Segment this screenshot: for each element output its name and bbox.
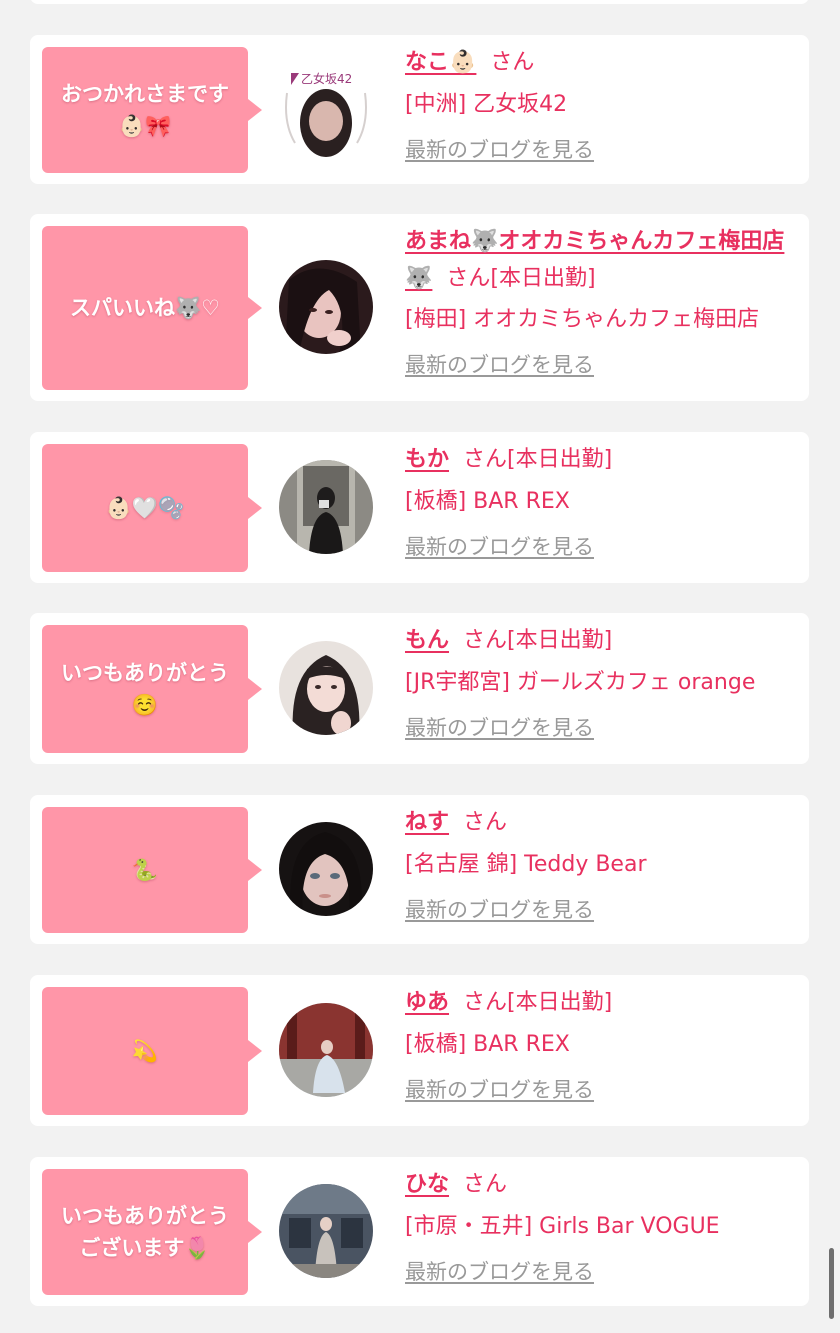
cast-name-link[interactable]: なこ👶🏻: [405, 50, 476, 75]
store-name: [JR宇都宮] ガールズカフェ orange: [405, 670, 756, 695]
message-bubble: おつかれさまです 👶🏻🎀: [42, 47, 262, 173]
status-badge: [本日出勤]: [507, 628, 613, 653]
list-item: 👶🏻🤍🫧 もか さん[本日出勤] [板橋] BAR REX 最新のブログを見る: [30, 432, 809, 583]
list-item: 💫 ゆあ さん[本日出勤] [板橋] BAR REX 最新のブログを見る: [30, 975, 809, 1126]
store-name: [板橋] BAR REX: [405, 1032, 570, 1057]
avatar[interactable]: [279, 1184, 373, 1278]
cast-info: なこ👶🏻 さん [中洲] 乙女坂42 最新のブログを見る: [405, 44, 801, 164]
cast-info: あまね🐺オオカミちゃんカフェ梅田店🐺 さん[本日出勤] [梅田] オオカミちゃんカ…: [405, 223, 795, 379]
cast-info: もん さん[本日出勤] [JR宇都宮] ガールズカフェ orange 最新のブログ…: [405, 622, 801, 742]
list-item: 🐍 ねす さん [名古屋 錦] Teddy Bear 最新のブログを見る: [30, 795, 809, 944]
honorific: さん: [463, 810, 508, 835]
list-item: おつかれさまです 👶🏻🎀 乙女坂42 なこ👶🏻 さん [中洲] 乙女坂42 最新の…: [30, 35, 809, 184]
message-bubble: いつもありがとう ございます🌷: [42, 1169, 262, 1295]
list-item: いつもありがとう ☺️ もん さん[本日出勤] [JR宇都宮] ガールズカフェ o…: [30, 613, 809, 764]
cast-name-link[interactable]: ねす: [405, 810, 449, 835]
latest-blog-link[interactable]: 最新のブログを見る: [405, 134, 594, 164]
store-name: [梅田] オオカミちゃんカフェ梅田店: [405, 307, 760, 332]
cast-name-link[interactable]: ひな: [405, 1172, 449, 1197]
message-bubble: 👶🏻🤍🫧: [42, 444, 262, 572]
status-badge: [本日出勤]: [507, 990, 613, 1015]
store-name: [名古屋 錦] Teddy Bear: [405, 852, 647, 877]
message-bubble: 🐍: [42, 807, 262, 933]
cast-info: もか さん[本日出勤] [板橋] BAR REX 最新のブログを見る: [405, 441, 801, 561]
cast-name-link[interactable]: もか: [405, 447, 449, 472]
cast-info: ひな さん [市原・五井] Girls Bar VOGUE 最新のブログを見る: [405, 1166, 801, 1286]
cast-info: ゆあ さん[本日出勤] [板橋] BAR REX 最新のブログを見る: [405, 984, 801, 1104]
message-bubble: 💫: [42, 987, 262, 1115]
previous-card-edge: [30, 0, 809, 4]
latest-blog-link[interactable]: 最新のブログを見る: [405, 712, 594, 742]
store-name: [中洲] 乙女坂42: [405, 92, 568, 117]
honorific: さん: [463, 990, 508, 1015]
honorific: さん: [490, 50, 535, 75]
store-name: [板橋] BAR REX: [405, 489, 570, 514]
cast-info: ねす さん [名古屋 錦] Teddy Bear 最新のブログを見る: [405, 804, 801, 924]
avatar-logo-text: 乙女坂42: [301, 71, 352, 86]
avatar[interactable]: [279, 1003, 373, 1097]
latest-blog-link[interactable]: 最新のブログを見る: [405, 1074, 594, 1104]
avatar[interactable]: [279, 822, 373, 916]
store-name: [市原・五井] Girls Bar VOGUE: [405, 1214, 720, 1239]
scrollbar-thumb[interactable]: [829, 1248, 834, 1319]
list-item: いつもありがとう ございます🌷 ひな さん [市原・五井] Girls Bar V…: [30, 1157, 809, 1306]
latest-blog-link[interactable]: 最新のブログを見る: [405, 531, 594, 561]
honorific: さん: [463, 1172, 508, 1197]
cast-name-link[interactable]: ゆあ: [405, 990, 449, 1015]
avatar[interactable]: [279, 641, 373, 735]
avatar[interactable]: 乙女坂42: [279, 63, 373, 157]
latest-blog-link[interactable]: 最新のブログを見る: [405, 894, 594, 924]
status-badge: [本日出勤]: [507, 447, 613, 472]
honorific: さん: [446, 266, 491, 291]
latest-blog-link[interactable]: 最新のブログを見る: [405, 1256, 594, 1286]
message-bubble: いつもありがとう ☺️: [42, 625, 262, 753]
status-badge: [本日出勤]: [490, 266, 596, 291]
avatar[interactable]: [279, 260, 373, 354]
latest-blog-link[interactable]: 最新のブログを見る: [405, 349, 594, 379]
message-bubble: スパいいね🐺♡: [42, 226, 262, 390]
honorific: さん: [463, 447, 508, 472]
avatar[interactable]: [279, 460, 373, 554]
honorific: さん: [463, 628, 508, 653]
list-item: スパいいね🐺♡ あまね🐺オオカミちゃんカフェ梅田店🐺 さん[本日出勤] [梅田] …: [30, 214, 809, 401]
cast-name-link[interactable]: もん: [405, 628, 449, 653]
